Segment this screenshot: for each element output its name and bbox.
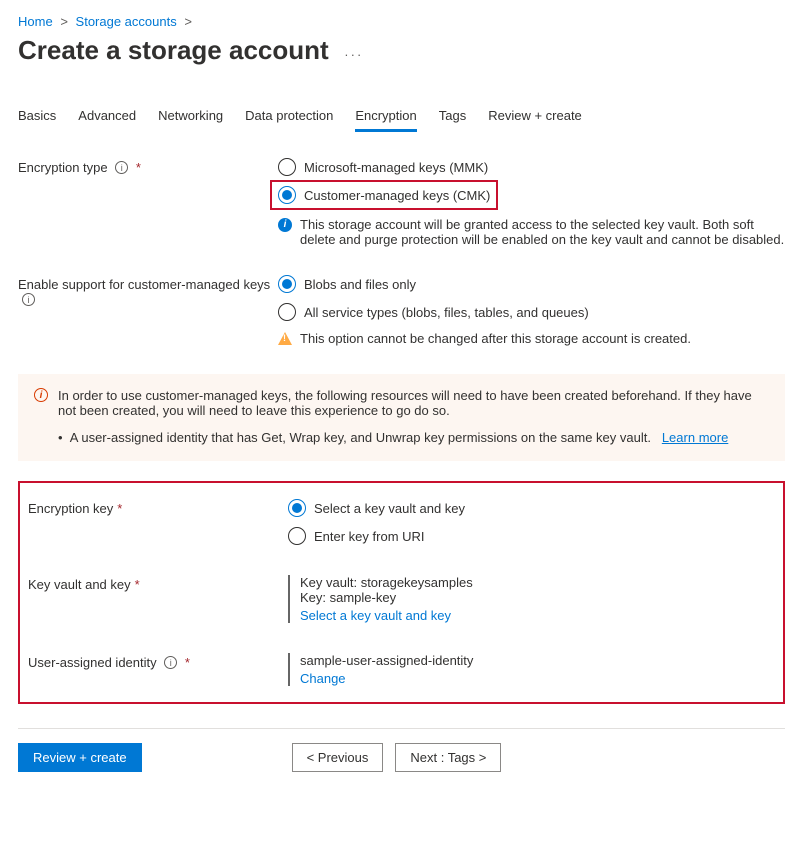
radio-mmk[interactable]: Microsoft-managed keys (MMK) (278, 158, 785, 176)
radio-all-services[interactable]: All service types (blobs, files, tables,… (278, 303, 785, 321)
enable-support-warning: This option cannot be changed after this… (300, 331, 691, 346)
key-vault-value: Key vault: storagekeysamples (300, 575, 775, 590)
previous-button[interactable]: < Previous (292, 743, 384, 772)
user-identity-value: sample-user-assigned-identity (300, 653, 775, 668)
page-title: Create a storage account (18, 35, 329, 66)
tab-tags[interactable]: Tags (439, 102, 466, 132)
radio-select-key-vault-label: Select a key vault and key (314, 501, 465, 516)
radio-enter-uri[interactable]: Enter key from URI (288, 527, 775, 545)
change-identity-link[interactable]: Change (300, 671, 775, 686)
breadcrumb-storage-accounts[interactable]: Storage accounts (76, 14, 177, 29)
radio-enter-uri-label: Enter key from URI (314, 529, 425, 544)
enable-support-label: Enable support for customer-managed keys… (18, 275, 278, 307)
info-icon: i (34, 388, 48, 402)
cmk-config-section: Encryption key* Select a key vault and k… (18, 481, 785, 704)
key-vault-label: Key vault and key* (28, 575, 288, 592)
tab-encryption[interactable]: Encryption (355, 102, 416, 132)
tab-data-protection[interactable]: Data protection (245, 102, 333, 132)
warning-icon (278, 332, 292, 345)
tabs: Basics Advanced Networking Data protecti… (18, 102, 785, 132)
info-icon[interactable]: i (115, 161, 128, 174)
radio-cmk[interactable]: Customer-managed keys (CMK) (270, 180, 498, 210)
tab-review-create[interactable]: Review + create (488, 102, 582, 132)
user-identity-label: User-assigned identity i * (28, 653, 288, 670)
breadcrumb-home[interactable]: Home (18, 14, 53, 29)
info-icon[interactable]: i (22, 293, 35, 306)
encryption-key-label: Encryption key* (28, 499, 288, 516)
radio-mmk-label: Microsoft-managed keys (MMK) (304, 160, 488, 175)
radio-select-key-vault[interactable]: Select a key vault and key (288, 499, 775, 517)
callout-text: In order to use customer-managed keys, t… (58, 388, 769, 418)
chevron-right-icon: > (60, 14, 68, 29)
prerequisites-callout: i In order to use customer-managed keys,… (18, 374, 785, 461)
encryption-type-label: Encryption type i * (18, 158, 278, 175)
learn-more-link[interactable]: Learn more (662, 430, 728, 445)
select-key-vault-link[interactable]: Select a key vault and key (300, 608, 775, 623)
encryption-type-info: This storage account will be granted acc… (300, 217, 785, 247)
callout-bullet: A user-assigned identity that has Get, W… (70, 430, 651, 445)
radio-blobs-files[interactable]: Blobs and files only (278, 275, 785, 293)
required-indicator: * (136, 160, 141, 175)
info-icon[interactable]: i (164, 656, 177, 669)
radio-blobs-files-label: Blobs and files only (304, 277, 416, 292)
breadcrumb: Home > Storage accounts > (18, 14, 785, 29)
review-create-button[interactable]: Review + create (18, 743, 142, 772)
tab-advanced[interactable]: Advanced (78, 102, 136, 132)
key-value: Key: sample-key (300, 590, 775, 605)
radio-all-services-label: All service types (blobs, files, tables,… (304, 305, 589, 320)
next-button[interactable]: Next : Tags > (395, 743, 501, 772)
radio-cmk-label: Customer-managed keys (CMK) (304, 188, 490, 203)
more-icon[interactable]: ··· (344, 47, 363, 62)
chevron-right-icon: > (184, 14, 192, 29)
info-icon: i (278, 218, 292, 232)
footer: Review + create < Previous Next : Tags > (18, 728, 785, 772)
tab-basics[interactable]: Basics (18, 102, 56, 132)
tab-networking[interactable]: Networking (158, 102, 223, 132)
